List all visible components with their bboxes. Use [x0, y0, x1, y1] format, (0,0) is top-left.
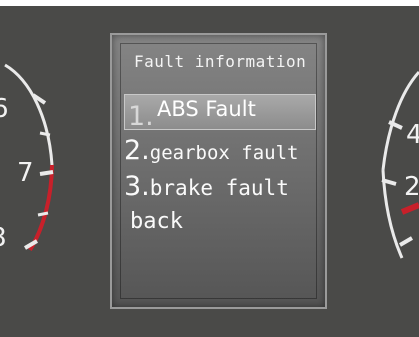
- left-gauge-tick: [39, 170, 54, 176]
- menu-item-abs-fault[interactable]: 1. ABS Fault: [124, 94, 316, 132]
- menu-item-number: 3.: [124, 171, 150, 202]
- left-gauge-label-6: 6: [0, 94, 9, 124]
- back-button[interactable]: back: [130, 209, 183, 234]
- menu-item-gearbox-fault[interactable]: 2.gearbox fault: [124, 135, 298, 166]
- menu-item-number: 2.: [124, 135, 150, 166]
- left-gauge-label-7: 7: [17, 158, 34, 188]
- menu-item-number: 1.: [128, 101, 154, 132]
- menu-item-label: gearbox fault: [149, 142, 299, 164]
- menu-item-label: brake fault: [149, 176, 289, 200]
- left-gauge-label-8: 8: [0, 225, 7, 251]
- left-gauge-arc-upper: [4, 63, 54, 166]
- left-gauge-tick: [37, 211, 49, 217]
- right-gauge-label-2: 2: [404, 172, 419, 202]
- right-gauge-needle: [400, 202, 419, 215]
- right-gauge-label-4: 4: [406, 120, 419, 150]
- fault-info-panel: Fault information 1. ABS Fault 2.gearbox…: [110, 33, 327, 309]
- right-gauge-tick: [398, 236, 414, 247]
- panel-title: Fault information: [134, 52, 307, 71]
- left-gauge-tick: [39, 131, 51, 137]
- menu-item-brake-fault[interactable]: 3.brake fault: [124, 171, 289, 202]
- menu-item-label: ABS Fault: [157, 97, 256, 121]
